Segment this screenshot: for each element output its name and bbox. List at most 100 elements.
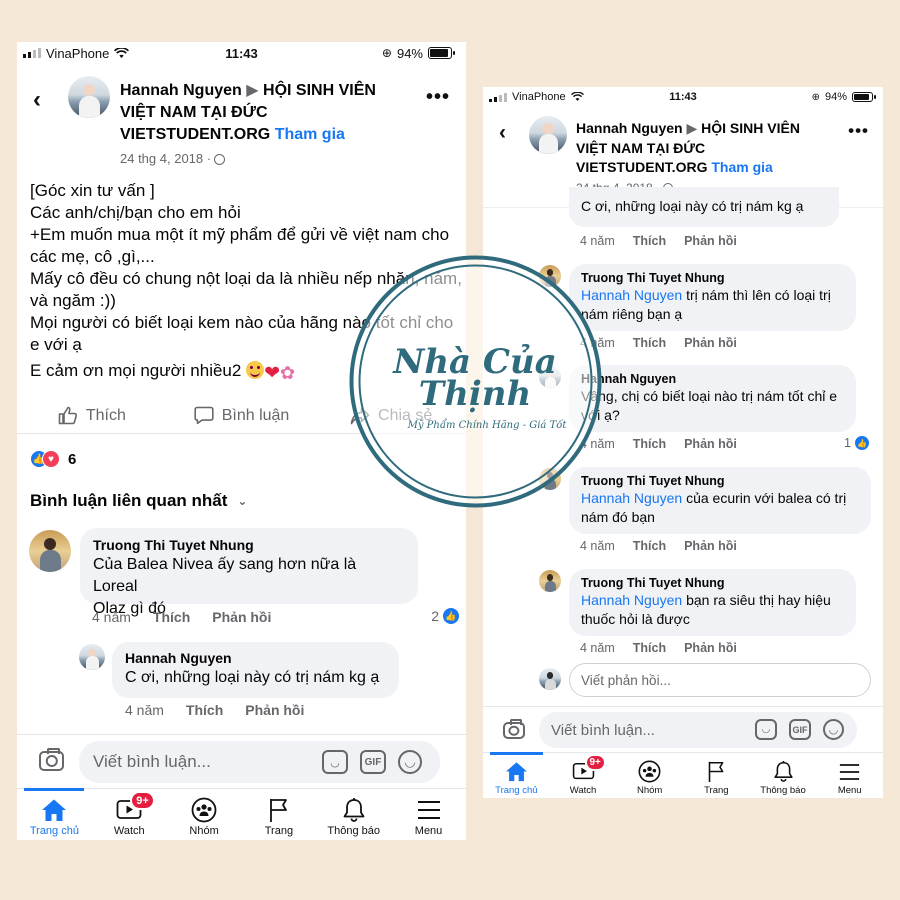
back-arrow-icon[interactable]: ‹ [33, 86, 41, 114]
comment-sort-dropdown[interactable]: Bình luận liên quan nhất ⌄ [30, 491, 247, 511]
love-reaction-icon: ♥ [42, 450, 60, 468]
more-options-icon[interactable]: ••• [848, 121, 869, 141]
post-line: E cảm ơn mọi người nhiều2 [30, 361, 242, 380]
like-reaction-icon: 👍 [443, 608, 459, 624]
tab-home[interactable]: Trang chủ [483, 752, 550, 798]
avatar[interactable] [529, 116, 567, 154]
group-name-line1[interactable]: HỘI SINH VIÊN [701, 120, 800, 136]
comment-reply-button[interactable]: Phản hồi [684, 641, 737, 655]
comment-bubble: Truong Thi Tuyet Nhung Hannah Nguyen trị… [569, 264, 856, 331]
comment-button[interactable]: Bình luận [167, 398, 317, 433]
tab-notifications[interactable]: Thông báo [316, 789, 391, 840]
tab-notifications[interactable]: Thông báo [750, 753, 817, 798]
emoji-icon[interactable]: ◡ [398, 750, 422, 774]
comment-author[interactable]: Truong Thi Tuyet Nhung [93, 536, 405, 554]
comment-like-button[interactable]: Thích [633, 336, 666, 350]
tab-label: Trang chủ [29, 825, 79, 837]
author-name[interactable]: Hannah Nguyen [120, 82, 242, 99]
comment-like-button[interactable]: Thích [633, 437, 666, 451]
gif-icon[interactable]: GIF [789, 719, 811, 740]
emoji-icon[interactable]: ◡ [823, 719, 844, 740]
comment-like-button[interactable]: Thích [186, 702, 223, 718]
post-actions: Thích Bình luận Chia sẻ [17, 398, 466, 434]
share-button[interactable]: Chia sẻ [316, 398, 466, 433]
post-header: ‹ Hannah Nguyen ▶ HỘI SINH VIÊN VIỆT NAM… [17, 72, 466, 172]
gif-icon[interactable]: GIF [360, 750, 386, 774]
comment-text: trị nám thì lên có loại trị [682, 287, 831, 303]
comment-author[interactable]: Hannah Nguyen [581, 371, 844, 387]
comment-author[interactable]: Truong Thi Tuyet Nhung [581, 270, 844, 286]
group-name-line1[interactable]: HỘI SINH VIÊN [263, 82, 376, 99]
comment-reply-button[interactable]: Phản hồi [212, 609, 271, 625]
post-line: các mẹ, cô ,gì,... [30, 247, 155, 266]
tab-pages[interactable]: Trang [241, 789, 316, 840]
comment-author[interactable]: Truong Thi Tuyet Nhung [581, 473, 859, 489]
join-link[interactable]: Tham gia [275, 126, 345, 143]
mention-link[interactable]: Hannah Nguyen [581, 592, 682, 608]
tab-label: Trang [704, 785, 729, 796]
author-name[interactable]: Hannah Nguyen [576, 120, 683, 136]
back-arrow-icon[interactable]: ‹ [499, 121, 506, 145]
tab-menu[interactable]: Menu [816, 753, 883, 798]
comment-like-button[interactable]: Thích [633, 539, 666, 553]
comment-reply-button[interactable]: Phản hồi [684, 336, 737, 350]
comment-like-button[interactable]: Thích [633, 641, 666, 655]
commenter-avatar[interactable] [539, 265, 561, 287]
comment-text: với ạ? [581, 407, 620, 423]
tab-groups[interactable]: Nhóm [167, 789, 242, 840]
battery-percent: 94% [396, 45, 423, 61]
comment-author[interactable]: Truong Thi Tuyet Nhung [581, 575, 844, 591]
comment-author[interactable]: Hannah Nguyen [125, 649, 386, 667]
tab-label: Thông báo [327, 825, 381, 837]
reaction-summary[interactable]: 👍 ♥ 6 [30, 450, 76, 468]
comment-reply-button[interactable]: Phản hồi [684, 234, 737, 248]
join-link[interactable]: Tham gia [711, 159, 772, 175]
comment-like-count[interactable]: 1 👍 [844, 436, 869, 450]
tab-menu[interactable]: Menu [391, 789, 466, 840]
comment-label: Bình luận [221, 406, 290, 424]
commenter-avatar[interactable] [539, 366, 561, 388]
comment-reply-button[interactable]: Phản hồi [245, 702, 304, 718]
group-name-line3[interactable]: VIETSTUDENT.ORG [576, 159, 707, 175]
group-name-line3[interactable]: VIETSTUDENT.ORG [120, 126, 270, 143]
right-screenshot: VinaPhone 11:43 ⊕ 94% ‹ Hannah Nguyen ▶ … [483, 87, 883, 798]
mention-link[interactable]: Hannah Nguyen [581, 490, 682, 506]
group-name-line2[interactable]: VIỆT NAM TẠI ĐỨC [120, 102, 410, 124]
comment-like-button[interactable]: Thích [153, 609, 190, 625]
comment-like-button[interactable]: Thích [633, 234, 666, 248]
sticker-icon[interactable]: ◡ [755, 719, 777, 740]
camera-icon[interactable] [503, 719, 525, 739]
commenter-avatar[interactable] [539, 468, 561, 490]
post-date[interactable]: 24 thg 4, 2018 · [120, 148, 211, 170]
post-line: và ngăm :)) [30, 291, 116, 310]
tab-watch[interactable]: 9+ Watch [92, 789, 167, 840]
tab-groups[interactable]: Nhóm [616, 753, 683, 798]
more-options-icon[interactable]: ••• [426, 86, 450, 109]
sticker-icon[interactable]: ◡ [322, 750, 348, 774]
group-name-line2[interactable]: VIỆT NAM TẠI ĐỨC [576, 139, 836, 159]
post-line: e với ạ [30, 335, 82, 354]
post-line: Mấy cô đều có chung nột loại da là nhiều… [30, 269, 462, 288]
avatar[interactable] [68, 76, 110, 118]
like-button[interactable]: Thích [17, 398, 167, 433]
tab-pages[interactable]: Trang [683, 753, 750, 798]
tab-watch[interactable]: 9+ Watch [550, 753, 617, 798]
post-line: Mọi người có biết loại kem nào của hãng … [30, 313, 454, 332]
comment-meta: 4 năm Thích Phản hồi [125, 702, 304, 718]
globe-icon [214, 153, 226, 165]
comment-meta: 4 năm Thích Phản hồi [580, 336, 737, 350]
comment-reply-button[interactable]: Phản hồi [684, 539, 737, 553]
mention-link[interactable]: Hannah Nguyen [581, 287, 682, 303]
comment-reply-button[interactable]: Phản hồi [684, 437, 737, 451]
commenter-avatar[interactable] [539, 570, 561, 592]
tab-home[interactable]: Trang chủ [17, 788, 92, 840]
camera-icon[interactable] [39, 748, 64, 771]
commenter-avatar[interactable] [29, 530, 71, 572]
comment-like-count[interactable]: 2 👍 [431, 608, 459, 624]
tab-label: Trang [264, 825, 294, 837]
orientation-lock-icon: ⊕ [381, 46, 392, 60]
groups-icon [638, 760, 661, 783]
commenter-avatar[interactable] [79, 644, 105, 670]
reply-input-placeholder: Viết phản hồi... [581, 672, 671, 688]
reply-input[interactable]: Viết phản hồi... [569, 663, 871, 697]
